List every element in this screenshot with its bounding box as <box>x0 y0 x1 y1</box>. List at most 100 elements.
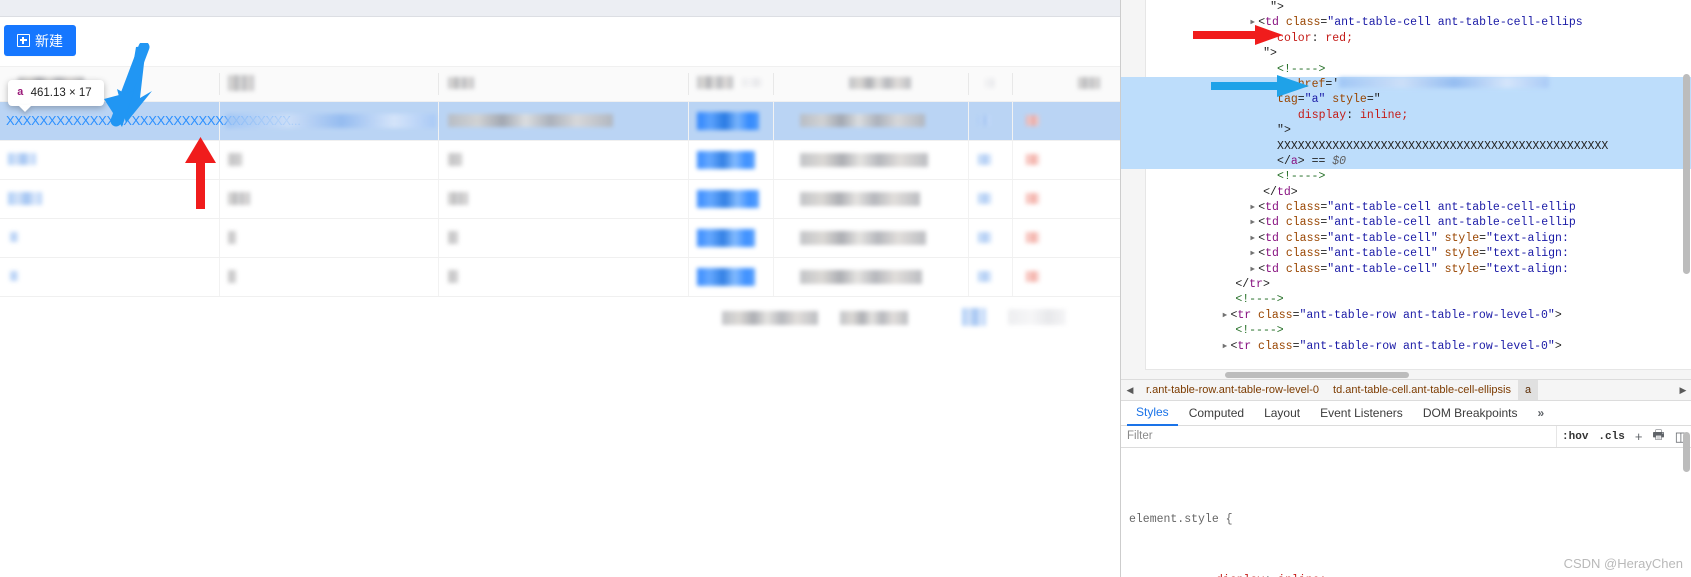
cell-link[interactable] <box>8 192 42 205</box>
column-header-sorter[interactable] <box>742 78 762 87</box>
red-arrow-devtools <box>1193 25 1283 45</box>
dom-line[interactable]: ▸ <td class="ant-table-cell ant-table-cel… <box>1121 215 1691 230</box>
cell-value <box>800 192 920 206</box>
styles-vertical-scrollbar[interactable] <box>1683 432 1690 472</box>
table-row[interactable] <box>0 141 1120 180</box>
cell-value <box>228 192 250 205</box>
dom-line[interactable]: tag="a" style=" <box>1121 92 1691 108</box>
dom-vertical-scrollbar[interactable] <box>1683 74 1690 274</box>
dom-line[interactable]: display: inline; <box>1121 107 1691 124</box>
styles-filter-input[interactable]: Filter <box>1121 426 1558 447</box>
cell-value <box>448 270 458 283</box>
plus-square-icon <box>17 34 30 47</box>
cell-value[interactable] <box>697 229 755 247</box>
row-action-icon[interactable] <box>978 154 991 165</box>
tab-event-listeners[interactable]: Event Listeners <box>1311 401 1412 425</box>
row-action-icon[interactable] <box>1026 232 1039 243</box>
cell-link[interactable] <box>10 232 18 242</box>
dom-line[interactable]: XXXXXXXXXXXXXXXXXXXXXXXXXXXXXXXXXXXXXXXX… <box>1121 138 1691 154</box>
tooltip-tag-name: a <box>17 87 24 99</box>
tab-styles[interactable]: Styles <box>1127 400 1178 426</box>
row-action-icon[interactable] <box>978 193 991 204</box>
breadcrumb-item[interactable]: td.ant-table-cell.ant-table-cell-ellipsi… <box>1326 380 1518 400</box>
expand-triangle-icon[interactable]: ▸ <box>1249 262 1258 277</box>
top-strip-divider <box>0 16 1120 17</box>
dom-line[interactable]: "> <box>1121 0 1691 15</box>
breadcrumb-item[interactable]: r.ant-table-row.ant-table-row-level-0 <box>1139 380 1326 400</box>
dom-line[interactable]: </tr> <box>1121 277 1691 292</box>
cell-value[interactable] <box>697 151 755 169</box>
table-row[interactable] <box>0 180 1120 219</box>
web-app-pane: 新建 XXXXXXXXXXXXXXXXXXXXXXXXXXXXXXXXXX a … <box>0 0 1120 577</box>
pagination-next-icon[interactable] <box>962 308 986 326</box>
dom-line[interactable]: ▸ <td class="ant-table-cell ant-table-cel… <box>1121 200 1691 215</box>
breadcrumb-right-icon[interactable]: ▶ <box>1674 385 1691 396</box>
expand-triangle-icon[interactable]: ▸ <box>1249 200 1258 215</box>
dom-breadcrumb[interactable]: ◀ r.ant-table-row.ant-table-row-level-0 … <box>1121 379 1691 401</box>
row-action-icon[interactable] <box>978 115 991 126</box>
plus-icon[interactable]: + <box>1630 429 1648 444</box>
row-action-icon[interactable] <box>978 232 991 243</box>
dom-hscroll-thumb[interactable] <box>1225 372 1409 378</box>
cls-toggle[interactable]: .cls <box>1593 431 1629 443</box>
new-button-label: 新建 <box>35 32 63 49</box>
watermark: CSDN @HerayChen <box>1563 556 1683 571</box>
table-pagination <box>0 297 1120 343</box>
dom-tree-lines[interactable]: "> ▸ <td class="ant-table-cell ant-table-c… <box>1121 0 1691 354</box>
row-action-icon[interactable] <box>1026 115 1039 126</box>
dom-line[interactable]: ▸ <tr class="ant-table-row ant-table-row-… <box>1121 308 1691 323</box>
pagination-total-text <box>722 311 818 325</box>
column-header-label <box>1078 77 1100 89</box>
table-row[interactable] <box>0 219 1120 258</box>
row-action-icon[interactable] <box>978 271 991 282</box>
rule-selector: element.style { <box>1129 512 1233 526</box>
cell-value[interactable] <box>697 112 759 130</box>
tab-overflow-icon[interactable]: » <box>1529 401 1553 425</box>
row-action-icon[interactable] <box>1026 193 1039 204</box>
cell-value[interactable] <box>697 190 759 208</box>
dom-line[interactable]: <!----> <box>1121 323 1691 338</box>
expand-triangle-icon[interactable]: ▸ <box>1249 215 1258 230</box>
dom-line[interactable]: ▸ <td class="ant-table-cell" style="text-… <box>1121 231 1691 246</box>
breadcrumb-left-icon[interactable]: ◀ <box>1121 385 1139 396</box>
dom-line[interactable]: ▸ <tr class="ant-table-row ant-table-row-… <box>1121 339 1691 354</box>
pagination-size-select[interactable] <box>1008 309 1066 325</box>
tab-computed[interactable]: Computed <box>1180 401 1253 425</box>
cell-value[interactable] <box>697 268 755 286</box>
elements-dom-tree[interactable]: "> ▸ <td class="ant-table-cell ant-table-c… <box>1121 0 1691 379</box>
dom-line[interactable]: ▸ <td class="ant-table-cell" style="text-… <box>1121 262 1691 277</box>
row-action-icon[interactable] <box>1026 154 1039 165</box>
breadcrumb-item-current[interactable]: a <box>1517 380 1539 400</box>
devtools-panel: "> ▸ <td class="ant-table-cell ant-table-c… <box>1120 0 1691 577</box>
table-row[interactable] <box>0 258 1120 297</box>
tab-dom-breakpoints[interactable]: DOM Breakpoints <box>1414 401 1527 425</box>
expand-triangle-icon[interactable]: ▸ <box>1249 231 1258 246</box>
expand-triangle-icon[interactable]: ▸ <box>1249 246 1258 261</box>
dom-line[interactable]: <!----> <box>1121 62 1691 77</box>
blue-arrow-devtools <box>1211 75 1309 97</box>
hov-toggle[interactable]: :hov <box>1557 431 1593 443</box>
dom-line[interactable]: "> <box>1121 46 1691 61</box>
cell-value <box>448 153 462 166</box>
pagination-pages[interactable] <box>840 311 908 325</box>
cell-value <box>228 231 236 244</box>
cell-link[interactable] <box>8 153 36 165</box>
data-table: XXXXXXXXXXXXXXXXXXXXXXXXXXXXXXXXXX... <box>0 66 1120 343</box>
styles-filter-bar[interactable]: Filter :hov .cls + 🖶 ◫ <box>1121 426 1691 448</box>
dom-line[interactable]: <!----> <box>1121 169 1691 184</box>
new-button[interactable]: 新建 <box>4 25 76 56</box>
print-media-icon[interactable]: 🖶 <box>1647 426 1669 448</box>
dom-line[interactable]: "> <box>1121 123 1691 139</box>
dom-line[interactable]: <!----> <box>1121 292 1691 307</box>
styles-pane-tabs[interactable]: Styles Computed Layout Event Listeners D… <box>1121 401 1691 426</box>
dom-line[interactable]: </a> == $0 <box>1121 153 1691 170</box>
dom-line[interactable]: <a href=' <box>1121 76 1691 93</box>
table-row[interactable]: XXXXXXXXXXXXXXXXXXXXXXXXXXXXXXXXXX... <box>0 102 1120 141</box>
dom-line[interactable]: </td> <box>1121 185 1691 200</box>
cell-link[interactable] <box>10 271 18 281</box>
row-action-icon[interactable] <box>1026 271 1039 282</box>
tab-layout[interactable]: Layout <box>1255 401 1309 425</box>
dom-line[interactable]: ▸ <td class="ant-table-cell" style="text-… <box>1121 246 1691 261</box>
dom-horizontal-scrollbar[interactable] <box>1145 369 1691 379</box>
cell-value <box>448 192 468 205</box>
